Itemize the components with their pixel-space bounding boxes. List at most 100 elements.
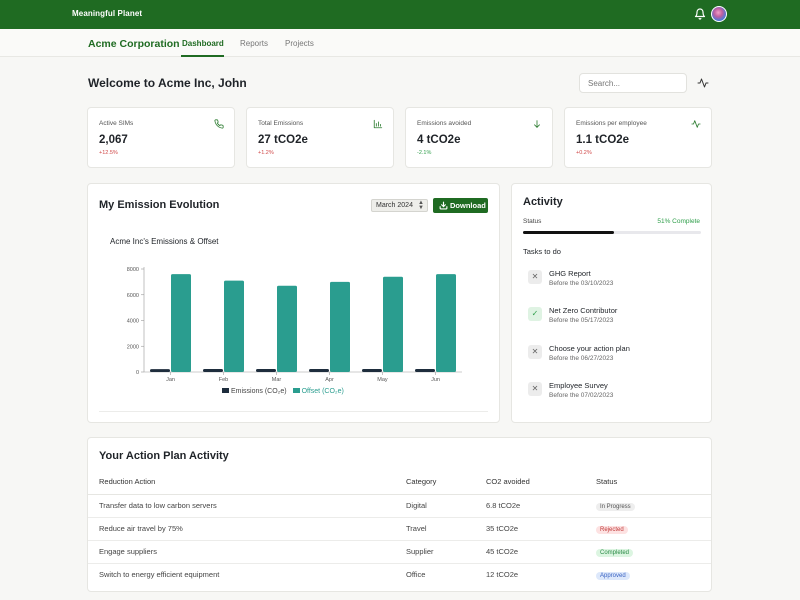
stat-label: Active SIMs (99, 120, 134, 127)
avatar[interactable] (711, 6, 727, 22)
stat-label: Emissions avoided (417, 120, 472, 127)
bar-emissions (150, 369, 170, 372)
action-cell: Switch to energy efficient equipment (99, 570, 220, 580)
stat-delta: +12.5% (99, 150, 118, 156)
bar-offset (171, 274, 191, 372)
x-tick-label: Apr (325, 377, 334, 383)
legend-label-offset: Offset (CO₂e) (301, 388, 344, 395)
action-plan-card: Your Action Plan Activity Reduction Acti… (87, 437, 712, 592)
bell-icon[interactable] (694, 8, 706, 20)
task-name: Employee Survey (549, 381, 608, 390)
legend-swatch-offset (292, 388, 300, 393)
bar-offset (277, 285, 297, 372)
co2-cell: 45 tCO2e (486, 540, 596, 564)
y-tick-label: 0 (136, 370, 139, 376)
co2-cell: 12 tCO2e (486, 570, 519, 580)
table-row[interactable]: Switch to energy efficient equipment Off… (88, 563, 711, 586)
search-input[interactable] (579, 73, 687, 93)
task-name: Net Zero Contributor (549, 306, 618, 315)
stat-card-total-emissions: Total Emissions 27 tCO2e +1.2% (246, 107, 394, 168)
task-due: Before the 03/10/2023 (549, 280, 614, 287)
legend-label-emissions: Emissions (CO₂e) (231, 388, 287, 395)
stat-card-emissions-per-employee: Emissions per employee 1.1 tCO2e +0.2% (564, 107, 712, 168)
stat-label: Total Emissions (258, 120, 304, 127)
task-item[interactable]: ✕ Choose your action plan Before the 06/… (528, 338, 698, 368)
chart-legend: Emissions (CO₂e) Offset (CO₂e) (222, 388, 344, 395)
phone-icon (214, 119, 224, 129)
close-icon[interactable]: ✕ (528, 345, 542, 359)
action-cell: Reduce air travel by 75% (88, 517, 406, 541)
stat-label: Emissions per employee (576, 120, 647, 127)
emission-evolution-card: My Emission Evolution March 2024 ▲ ▼ Down… (87, 183, 500, 423)
y-tick-label: 6000 (127, 293, 139, 299)
table-row[interactable]: Engage suppliers Supplier 45 tCO2e Compl… (88, 540, 711, 564)
tab-reports[interactable]: Reports (240, 39, 268, 48)
column-header[interactable]: Reduction Action (88, 470, 406, 495)
activity-card: Activity Status 51% Complete Tasks to do… (511, 183, 712, 423)
divider (99, 411, 488, 412)
bar-offset (383, 276, 403, 372)
category-cell: Digital (406, 494, 486, 518)
status-value: 51% Complete (657, 218, 700, 225)
category-cell: Supplier (406, 540, 486, 564)
y-tick-label: 8000 (127, 267, 139, 273)
tab-dashboard[interactable]: Dashboard (182, 39, 224, 48)
status-label: Status (523, 218, 542, 225)
action-plan-table: Reduction Action Category CO2 avoided St… (88, 470, 711, 586)
action-cell: Transfer data to low carbon servers (88, 494, 406, 518)
activity-icon[interactable] (697, 77, 709, 89)
bar-emissions (203, 369, 223, 372)
brand-name[interactable]: Meaningful Planet (72, 9, 142, 18)
stat-value: 4 tCO2e (417, 134, 461, 146)
task-due: Before the 05/17/2023 (549, 317, 614, 324)
x-tick-label: Mar (272, 377, 282, 383)
task-due: Before the 06/27/2023 (549, 355, 614, 362)
company-name: Acme Corporation (88, 38, 180, 50)
task-name: Choose your action plan (549, 344, 630, 353)
bar-offset (224, 280, 244, 372)
progress-fill (523, 231, 614, 234)
status-cell: Rejected (596, 517, 711, 541)
bar-emissions (309, 369, 329, 372)
y-tick-label: 4000 (127, 319, 139, 325)
task-item[interactable]: ✕ Employee Survey Before the 07/02/2023 (528, 375, 698, 405)
bar-emissions (256, 369, 276, 372)
stat-delta: -2.1% (417, 150, 432, 156)
table-row[interactable]: Transfer data to low carbon servers Digi… (88, 494, 711, 518)
stat-value: 2,067 (99, 134, 128, 146)
stat-delta: +1.2% (258, 150, 274, 156)
stat-value: 27 tCO2e (258, 134, 308, 146)
top-bar: Meaningful Planet (0, 0, 800, 29)
status-cell: Completed (596, 540, 711, 564)
active-tab-indicator (181, 55, 224, 57)
bar-offset (330, 281, 350, 372)
column-header[interactable]: Status (596, 470, 711, 495)
x-tick-label: May (377, 377, 388, 383)
co2-cell: 35 tCO2e (486, 517, 596, 541)
y-tick-label: 2000 (127, 344, 139, 350)
stat-value: 1.1 tCO2e (576, 134, 630, 146)
column-header[interactable]: Category (406, 470, 486, 495)
x-tick-label: Jun (431, 377, 440, 383)
task-name: GHG Report (549, 269, 591, 278)
progress-bar (523, 231, 701, 234)
close-icon[interactable]: ✕ (528, 382, 542, 396)
check-icon[interactable]: ✓ (528, 307, 542, 321)
activity-icon (691, 120, 701, 128)
status-cell: Approved (596, 563, 711, 586)
column-header[interactable]: CO2 avoided (486, 470, 596, 495)
category-cell: Office (406, 570, 426, 580)
bar-emissions (362, 369, 382, 372)
arrow-down-icon (534, 120, 540, 128)
table-row[interactable]: Reduce air travel by 75% Travel 35 tCO2e… (88, 517, 711, 541)
task-item[interactable]: ✓ Net Zero Contributor Before the 05/17/… (528, 300, 698, 330)
tab-projects[interactable]: Projects (285, 39, 314, 48)
status-cell: In Progress (596, 494, 711, 518)
stat-card-active-sims: Active SIMs 2,067 +12.5% (87, 107, 235, 168)
status-badge: In Progress (596, 502, 635, 511)
close-icon[interactable]: ✕ (528, 270, 542, 284)
task-item[interactable]: ✕ GHG Report Before the 03/10/2023 (528, 263, 698, 293)
section-title: Your Action Plan Activity (99, 450, 229, 462)
status-badge: Approved (596, 571, 630, 580)
legend-swatch-emissions (222, 388, 229, 393)
